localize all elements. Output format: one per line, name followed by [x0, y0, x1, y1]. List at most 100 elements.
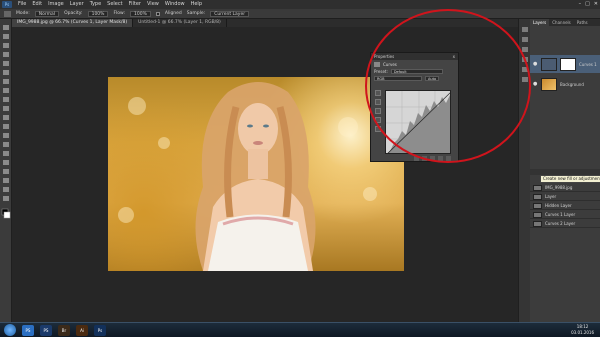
- shape-tool-icon: [3, 178, 9, 183]
- eraser-tool-icon: [3, 115, 9, 120]
- taskbar-app-3[interactable]: Ai: [76, 324, 88, 336]
- menu-image[interactable]: Image: [45, 0, 67, 9]
- taskbar-app-1[interactable]: PS: [40, 324, 52, 336]
- properties-title: Properties: [374, 54, 395, 59]
- tab-channels[interactable]: Channels: [549, 19, 574, 26]
- healing-tool-icon: [3, 79, 9, 84]
- taskbar-app-0[interactable]: PS: [22, 324, 34, 336]
- list-item[interactable]: IMG_9988.jpg: [530, 184, 600, 192]
- tooltip: Create new fill or adjustment layer: [540, 175, 600, 183]
- opacity-field[interactable]: 100%: [87, 10, 109, 17]
- channel-row: RGB Auto: [371, 75, 458, 82]
- list-item[interactable]: Curves 2 Layer: [530, 220, 600, 228]
- layer-mask-thumbnail[interactable]: [560, 57, 576, 71]
- layer-curves-1[interactable]: ● Curves 1: [530, 55, 600, 73]
- layer-name: Curves 1: [579, 61, 597, 67]
- eye-icon[interactable]: ●: [533, 81, 538, 87]
- menu-file[interactable]: File: [15, 0, 29, 9]
- brush-tool-icon: [3, 88, 9, 93]
- eye-icon[interactable]: ●: [533, 61, 538, 67]
- window-controls: – □ ✕: [579, 1, 598, 8]
- eyedropper-tool-icon: [3, 70, 9, 75]
- menu-filter[interactable]: Filter: [126, 0, 144, 9]
- close-button[interactable]: ✕: [594, 1, 598, 8]
- curves-adjustment-icon: [374, 61, 380, 67]
- path-select-tool-icon: [3, 169, 9, 174]
- visibility-icon[interactable]: [438, 156, 443, 161]
- sample-select[interactable]: Current Layer: [210, 10, 250, 17]
- clone-stamp-tool-icon: [3, 97, 9, 102]
- curve-tools: [375, 90, 383, 154]
- taskbar: PS PS Br Ai Ps 18:12 03.01.2016: [0, 322, 600, 337]
- tab-paths[interactable]: Paths: [574, 19, 591, 26]
- pencil-icon[interactable]: [375, 126, 381, 132]
- curves-graph[interactable]: [385, 90, 451, 154]
- menu-layer[interactable]: Layer: [67, 0, 87, 9]
- mode-select[interactable]: Normal: [34, 10, 60, 17]
- tools-icons[interactable]: [0, 19, 12, 327]
- taskbar-app-4[interactable]: Ps: [94, 324, 106, 336]
- view-previous-icon[interactable]: [422, 156, 427, 161]
- tab-img-9988[interactable]: IMG_9988.jpg @ 66.7% (Curves 1, Layer Ma…: [12, 19, 134, 27]
- hand-tool-icon: [3, 187, 9, 192]
- aligned-checkbox[interactable]: [155, 11, 160, 16]
- menu-type[interactable]: Type: [87, 0, 104, 9]
- start-button[interactable]: [4, 324, 16, 336]
- layer-background[interactable]: ● Background: [530, 75, 600, 93]
- document-image[interactable]: [108, 77, 404, 271]
- properties-footer: [385, 156, 451, 162]
- background-color-swatch: [3, 211, 11, 219]
- menu-edit[interactable]: Edit: [29, 0, 45, 9]
- reset-icon[interactable]: [430, 156, 435, 161]
- options-bar: Mode: Normal Opacity: 100% Flow: 100% Al…: [0, 9, 600, 19]
- zoom-tool-icon: [3, 196, 9, 201]
- target-adjust-icon[interactable]: [375, 90, 381, 96]
- menu-window[interactable]: Window: [162, 0, 188, 9]
- minimize-button[interactable]: –: [579, 1, 582, 8]
- document-tabs: IMG_9988.jpg @ 66.7% (Curves 1, Layer Ma…: [12, 19, 518, 27]
- curves-title-row: Curves: [371, 60, 458, 68]
- taskbar-app-2[interactable]: Br: [58, 324, 70, 336]
- dodge-tool-icon: [3, 142, 9, 147]
- background-thumbnail: [541, 77, 557, 91]
- menu-select[interactable]: Select: [104, 0, 125, 9]
- clock-date: 03.01.2016: [571, 330, 594, 335]
- gradient-tool-icon: [3, 124, 9, 129]
- layers-panel-tabs: Layers Channels Paths: [530, 19, 600, 26]
- layer-name: Background: [560, 81, 584, 87]
- gray-point-eyedropper-icon[interactable]: [375, 108, 381, 114]
- channel-select[interactable]: RGB: [374, 76, 422, 81]
- tool-preset-icon[interactable]: [4, 10, 11, 17]
- list-item[interactable]: Hidden Layer: [530, 202, 600, 210]
- white-point-eyedropper-icon[interactable]: [375, 117, 381, 123]
- curves-thumbnail: [541, 57, 557, 71]
- delete-icon[interactable]: [446, 156, 451, 161]
- properties-header: Properties x: [371, 53, 458, 60]
- preset-select[interactable]: Default: [390, 69, 443, 74]
- preset-label: Preset:: [374, 69, 388, 74]
- pen-tool-icon: [3, 151, 9, 156]
- black-point-eyedropper-icon[interactable]: [375, 99, 381, 105]
- quick-select-tool-icon: [3, 52, 9, 57]
- flow-label: Flow:: [113, 11, 125, 16]
- curves-properties-panel: Properties x Curves Preset: Default RGB …: [370, 52, 459, 162]
- flow-field[interactable]: 100%: [130, 10, 151, 17]
- list-item[interactable]: Layer: [530, 193, 600, 201]
- maximize-button[interactable]: □: [585, 1, 590, 8]
- close-icon[interactable]: x: [453, 53, 455, 60]
- clip-to-layer-icon[interactable]: [414, 156, 419, 161]
- portrait-illustration: [195, 82, 316, 271]
- system-clock: 18:12 03.01.2016: [571, 324, 594, 336]
- menu-view[interactable]: View: [144, 0, 162, 9]
- menu-bar: Ps File Edit Image Layer Type Select Fil…: [0, 0, 600, 9]
- photoshop-logo: Ps: [2, 1, 12, 8]
- type-tool-icon: [3, 160, 9, 165]
- preset-row: Preset: Default: [371, 68, 458, 75]
- auto-button[interactable]: Auto: [425, 76, 440, 81]
- list-item[interactable]: Curves 1 Layer: [530, 211, 600, 219]
- menu-help[interactable]: Help: [188, 0, 205, 9]
- tab-untitled-1[interactable]: Untitled-1 @ 66.7% (Layer 1, RGB/8): [133, 19, 227, 27]
- blur-tool-icon: [3, 133, 9, 138]
- tools-panel: [0, 19, 12, 327]
- tab-layers[interactable]: Layers: [530, 19, 550, 26]
